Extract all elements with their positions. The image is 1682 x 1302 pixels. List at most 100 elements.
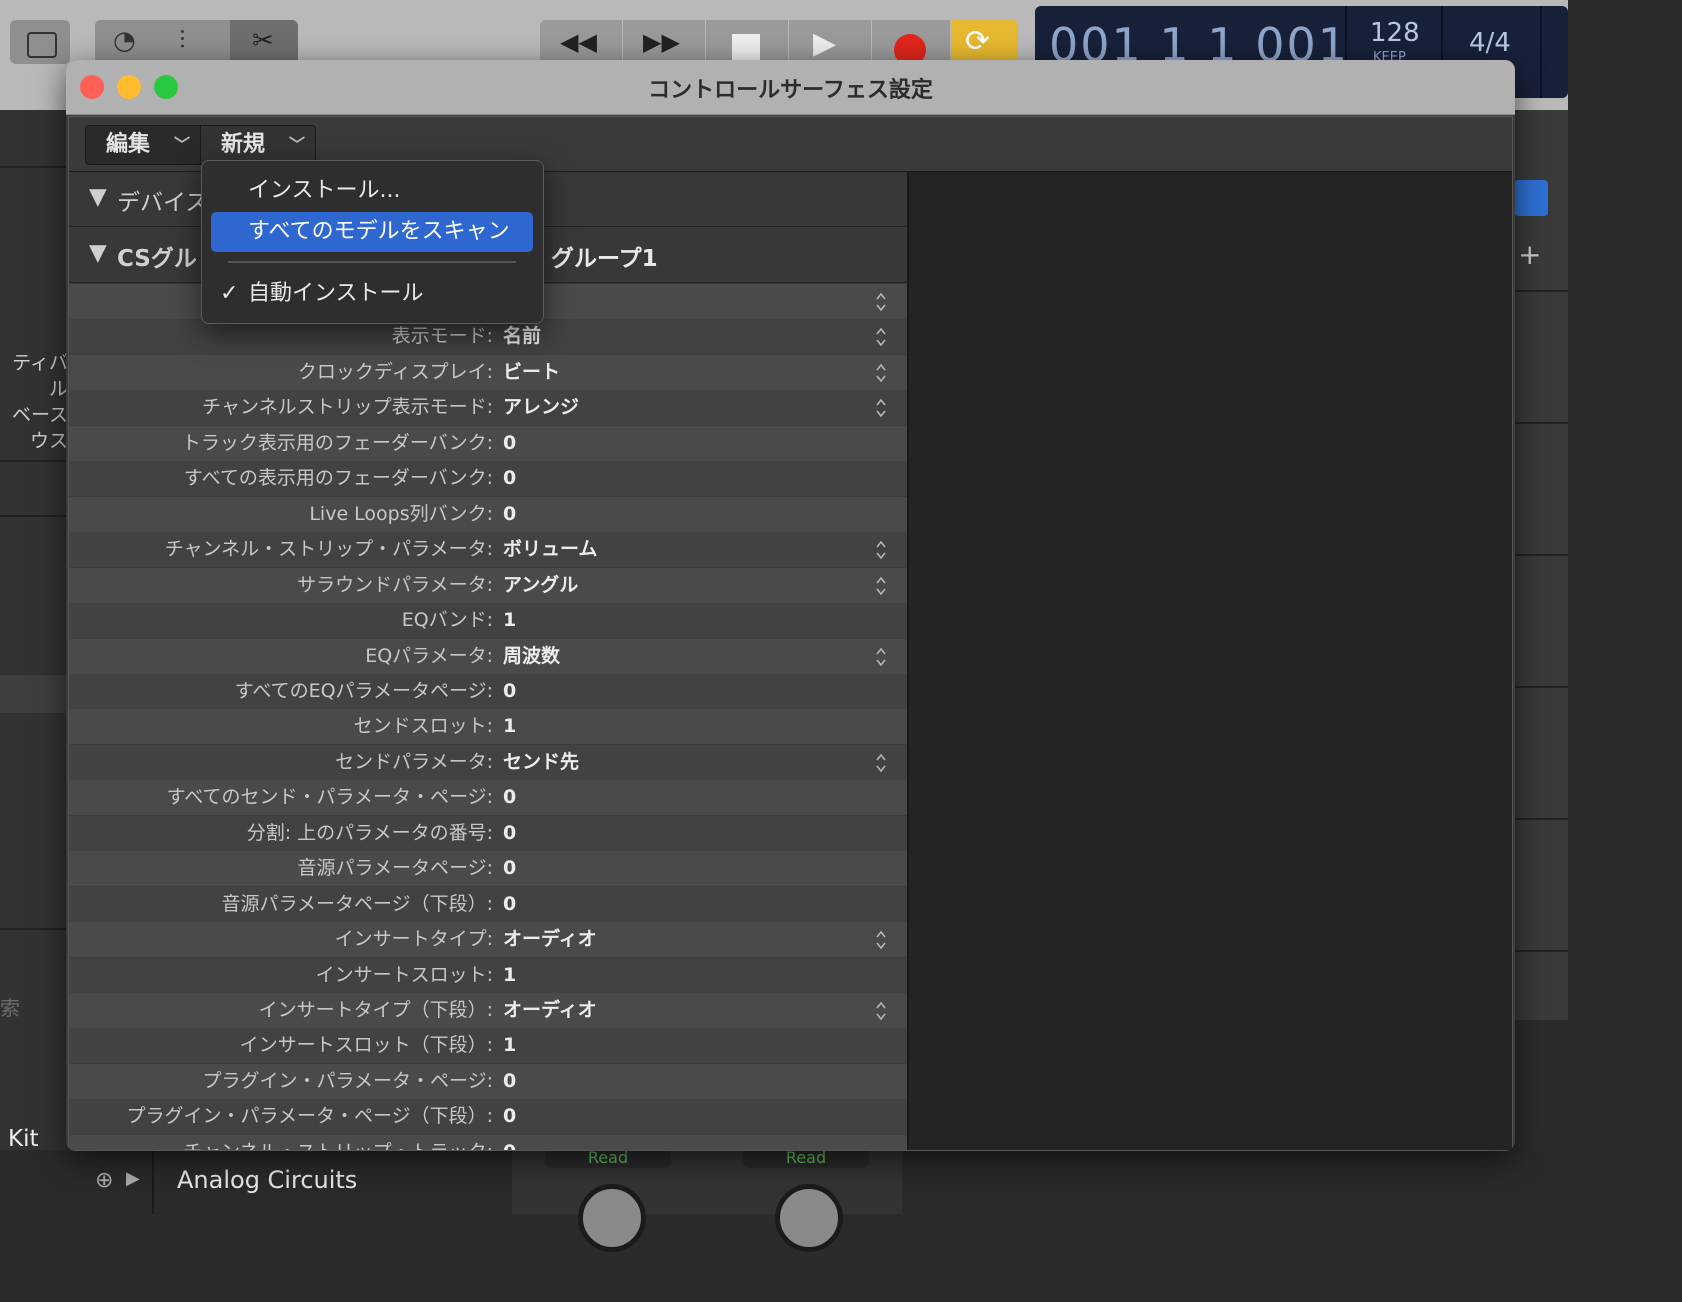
gauge-icon[interactable]: ◔ [113,26,136,56]
parameter-label: サラウンドパラメータ: [297,573,493,596]
parameter-label: EQパラメータ: [365,644,493,667]
parameter-label: チャンネルストリップ表示モード: [202,396,493,419]
parameter-value[interactable]: オーディオ [503,993,597,1028]
parameter-value[interactable]: 0 [503,497,516,532]
lcd-tempo: 128 [1370,18,1420,48]
parameter-value[interactable]: 0 [503,426,516,461]
parameter-row[interactable]: クロックディスプレイ: ビート [69,354,907,390]
fast-forward-button[interactable]: ▶▶ [623,20,705,64]
background-search-field[interactable]: 索 [0,992,20,1021]
disclosure-button[interactable] [10,20,70,64]
stepper-icon[interactable] [875,752,887,774]
stepper-icon[interactable] [875,575,887,597]
parameter-row[interactable]: インサートスロット: 1 [69,957,907,993]
view-button-group: ◔ ⫶ ✂ [95,20,298,64]
stepper-icon[interactable] [875,929,887,951]
parameter-row[interactable]: センドパラメータ: センド先 [69,744,907,780]
parameter-row[interactable]: すべてのセンド・パラメータ・ページ: 0 [69,780,907,816]
chevron-box-icon [27,32,57,58]
parameter-row[interactable]: 分割: 上のパラメータの番号: 0 [69,815,907,851]
parameter-row[interactable]: センドスロット: 1 [69,709,907,745]
download-icon[interactable]: ⊕ [95,1168,113,1193]
automation-read-2[interactable]: Read [743,1150,869,1168]
parameter-row[interactable]: トラック表示用のフェーダーバンク: 0 [69,425,907,461]
disclosure-triangle-icon[interactable]: ▶ [126,1168,140,1189]
parameter-value[interactable]: 0 [503,1135,516,1150]
parameter-row[interactable]: Live Loops列バンク: 0 [69,496,907,532]
edit-menu-button[interactable]: 編集 ﹀ [85,125,201,165]
parameter-label: インサートスロット: [315,963,493,986]
bottom-list-item[interactable]: Analog Circuits [177,1166,357,1194]
parameter-value[interactable]: アングル [503,568,578,603]
parameter-value[interactable]: 0 [503,816,516,851]
record-button[interactable] [872,20,950,66]
stepper-icon[interactable] [875,362,887,384]
parameter-value[interactable]: 0 [503,780,516,815]
rewind-button[interactable]: ◀◀ [540,20,622,64]
parameter-row[interactable]: プラグイン・パラメータ・ページ（下段）: 0 [69,1099,907,1135]
parameter-row[interactable]: インサートタイプ: オーディオ [69,922,907,958]
parameter-value[interactable]: ビート [503,355,560,390]
plus-icon[interactable]: + [1518,238,1541,271]
parameter-value[interactable]: 0 [503,674,516,709]
new-menu-button[interactable]: 新規 ﹀ [200,125,316,165]
parameter-label: センドパラメータ: [335,750,493,773]
parameter-label: センドスロット: [353,715,493,738]
parameter-value[interactable]: 0 [503,851,516,886]
parameter-label: インサートスロット（下段）: [239,1034,493,1057]
parameter-value[interactable]: オーディオ [503,922,597,957]
menu-item-scan-all-models[interactable]: すべてのモデルをスキャン [211,212,533,252]
pan-knob[interactable] [775,1184,843,1252]
parameter-value[interactable]: 1 [503,958,516,993]
parameter-row[interactable]: 音源パラメータページ（下段）: 0 [69,886,907,922]
parameter-row[interactable]: すべてのEQパラメータページ: 0 [69,673,907,709]
parameter-value[interactable]: 0 [503,1064,516,1099]
menu-item-auto-install[interactable]: ✓ 自動インストール [211,274,533,314]
parameter-label: 音源パラメータページ: [297,857,493,880]
parameter-row[interactable]: インサートタイプ（下段）: オーディオ [69,993,907,1028]
parameter-row[interactable]: EQバンド: 1 [69,603,907,639]
play-button[interactable]: ▶ [789,20,871,64]
parameter-value[interactable]: アレンジ [503,390,579,425]
parameter-value[interactable]: センド先 [503,745,579,780]
automation-read-1[interactable]: Read [545,1150,671,1168]
disclosure-triangle-icon[interactable]: ▼ [89,240,107,266]
parameter-row[interactable]: 表示モード: 名前 [69,319,907,355]
stepper-icon[interactable] [875,291,887,313]
scissors-icon[interactable]: ✂ [230,20,298,64]
stop-button[interactable] [706,20,788,64]
disclosure-triangle-icon[interactable]: ▼ [89,184,107,210]
stepper-icon[interactable] [875,539,887,561]
section-devices-label: デバイス [117,190,209,216]
parameter-label: 表示モード: [391,325,493,348]
parameter-row[interactable]: チャンネル・ストリップ・パラメータ: ボリューム [69,532,907,568]
parameter-row[interactable]: プラグイン・パラメータ・ページ: 0 [69,1063,907,1099]
parameter-row[interactable]: チャンネル・ストリップ・トラック: 0 [69,1134,907,1150]
pan-knob[interactable] [578,1184,646,1252]
parameter-row[interactable]: すべての表示用のフェーダーバンク: 0 [69,461,907,497]
parameter-value[interactable]: ボリューム [503,532,597,567]
parameter-label: 分割: 上のパラメータの番号: [246,821,493,844]
parameter-value[interactable]: 0 [503,461,516,496]
parameter-row[interactable]: サラウンドパラメータ: アングル [69,567,907,603]
parameter-value[interactable]: 名前 [503,319,541,354]
mixer-icon[interactable]: ⫶ [179,26,186,57]
stepper-icon[interactable] [875,326,887,348]
parameter-value[interactable]: 0 [503,887,516,922]
stepper-icon[interactable] [875,1000,887,1022]
parameter-value[interactable]: 1 [503,709,516,744]
parameter-value[interactable]: 1 [503,1028,516,1063]
parameter-row[interactable]: 音源パラメータページ: 0 [69,851,907,887]
parameter-value[interactable]: 周波数 [503,639,560,674]
window-title: コントロールサーフェス設定 [648,78,933,103]
cycle-button[interactable]: ⟳ [951,20,1018,64]
parameter-row[interactable]: チャンネルストリップ表示モード: アレンジ [69,390,907,426]
parameter-value[interactable]: 1 [503,603,516,638]
stepper-icon[interactable] [875,397,887,419]
parameter-value[interactable]: 0 [503,1099,516,1134]
stepper-icon[interactable] [875,646,887,668]
menu-item-install[interactable]: インストール... [211,171,533,211]
title-bar[interactable]: コントロールサーフェス設定 [66,60,1515,115]
parameter-row[interactable]: インサートスロット（下段）: 1 [69,1028,907,1064]
parameter-row[interactable]: EQパラメータ: 周波数 [69,638,907,674]
